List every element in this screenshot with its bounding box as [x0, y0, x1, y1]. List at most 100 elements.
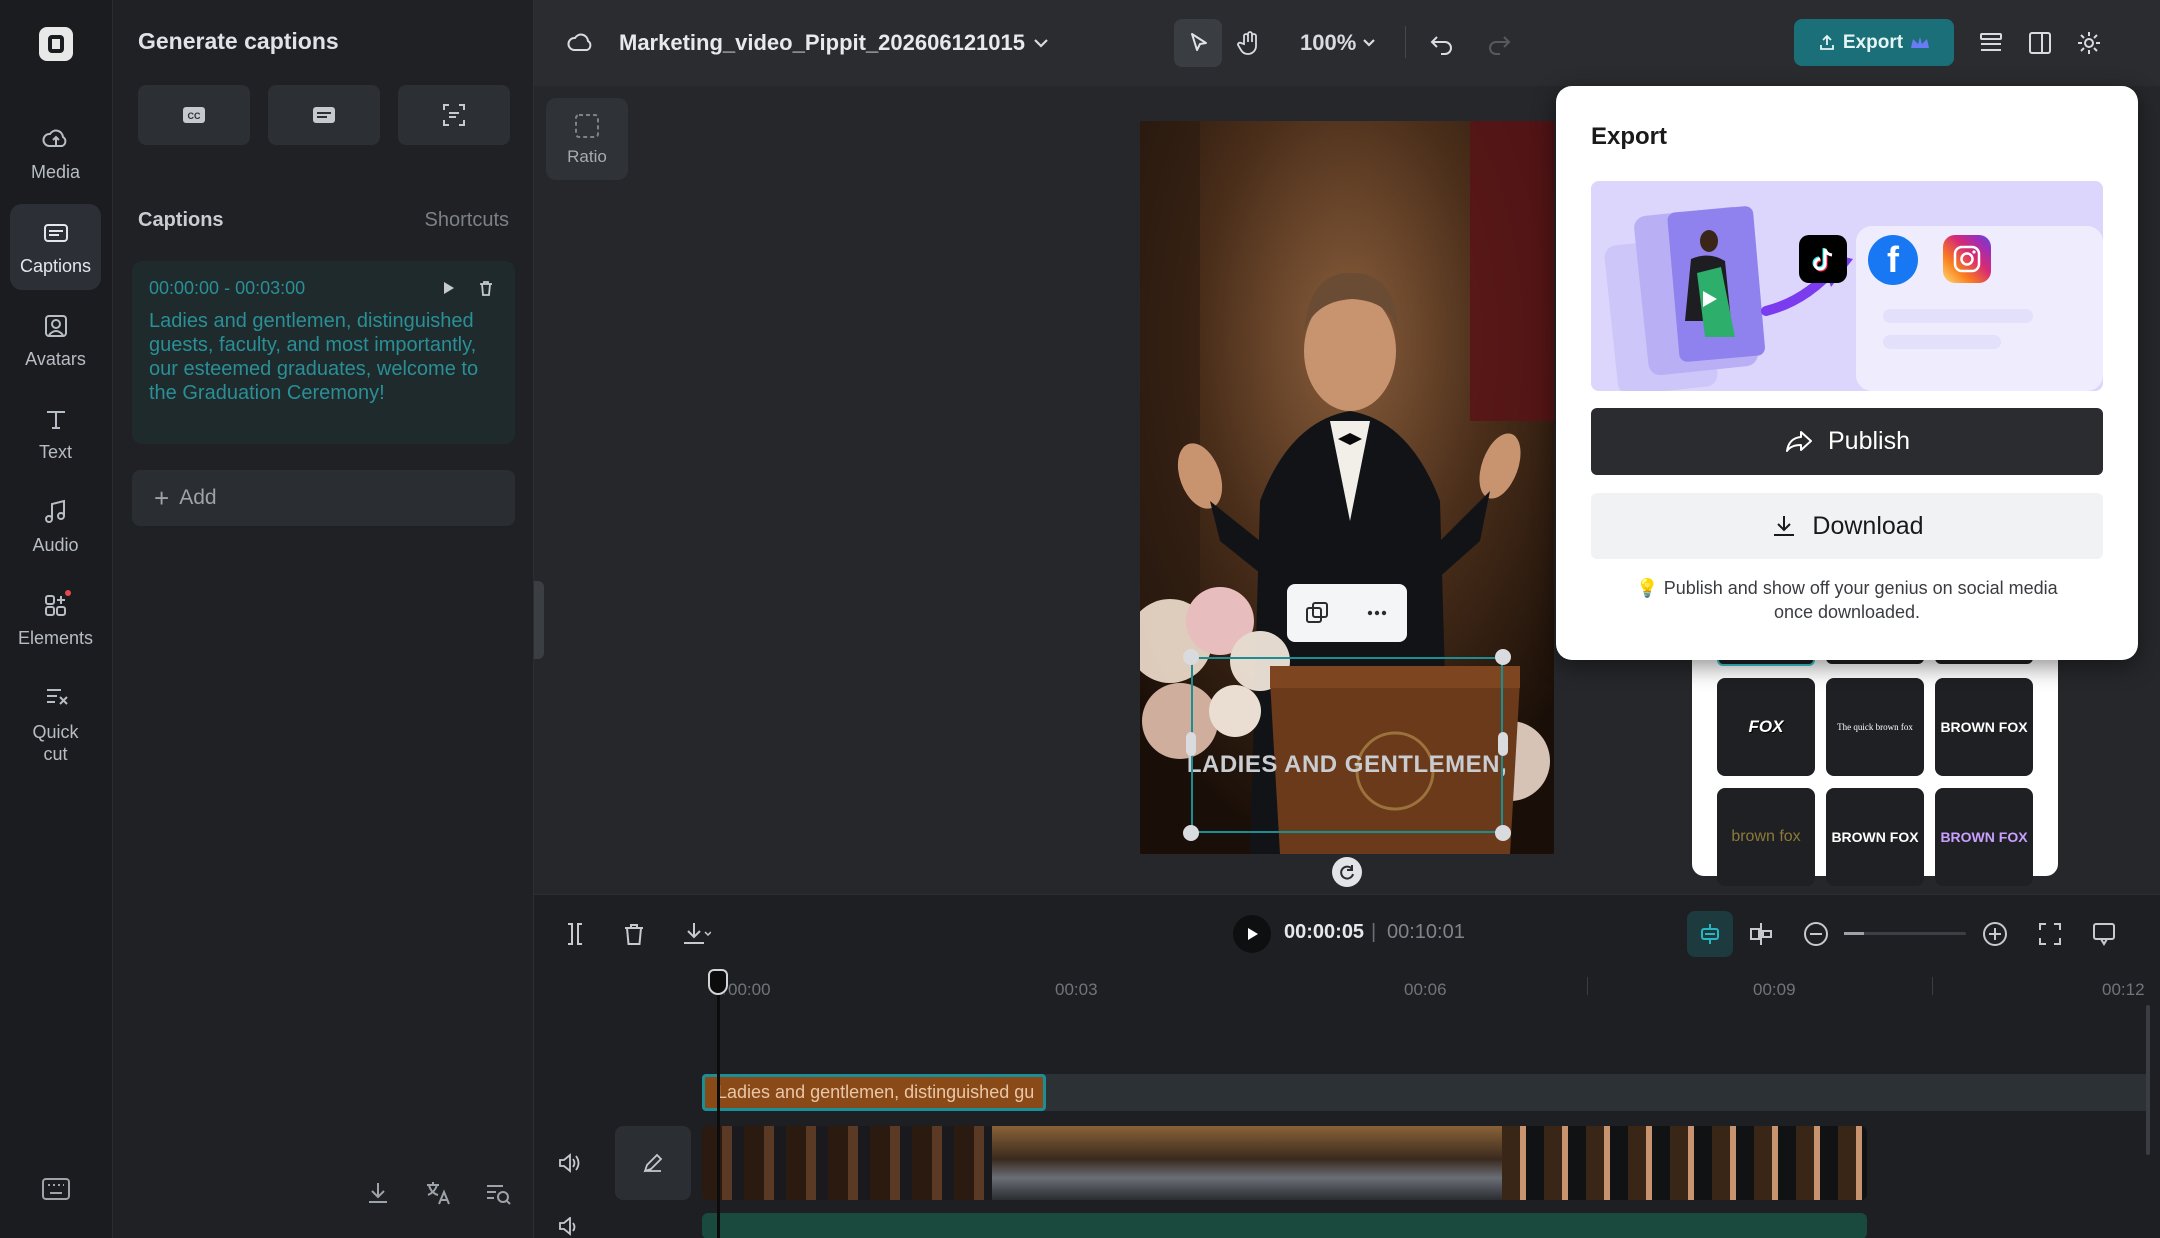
- playhead-line[interactable]: [717, 969, 720, 1238]
- caption-time: 00:00:00 - 00:03:00: [149, 278, 306, 298]
- zoom-level[interactable]: 100%: [1300, 30, 1356, 56]
- share-arrow-icon: [1786, 430, 1812, 452]
- style-tile[interactable]: The quick brown fox: [1826, 678, 1924, 776]
- magnet-snap-button[interactable]: [1687, 911, 1733, 957]
- keyboard-shortcuts-button[interactable]: [41, 1176, 71, 1202]
- rail-label-avatars: Avatars: [25, 348, 86, 369]
- timeline-scrollbar[interactable]: [2146, 1005, 2150, 1155]
- hand-tool-button[interactable]: [1234, 28, 1264, 58]
- style-sample: FOX: [1748, 717, 1784, 736]
- share-illustration: [1591, 181, 2103, 391]
- resize-handle[interactable]: [1183, 825, 1199, 841]
- manual-captions-button[interactable]: [268, 85, 380, 145]
- add-caption-button[interactable]: + Add: [132, 470, 515, 526]
- playhead-handle[interactable]: [708, 969, 728, 995]
- split-button[interactable]: [560, 919, 590, 949]
- undo-button[interactable]: [1427, 28, 1457, 58]
- resize-handle[interactable]: [1498, 732, 1508, 756]
- zoom-out-button[interactable]: [1801, 919, 1831, 949]
- style-sample: BROWN FOX: [1831, 829, 1919, 845]
- rail-item-text[interactable]: Text: [10, 390, 101, 476]
- rail-item-captions[interactable]: Captions: [10, 204, 101, 290]
- tiktok-icon[interactable]: [1799, 235, 1847, 283]
- trash-icon: [625, 924, 643, 945]
- project-title[interactable]: Marketing_video_Pippit_202606121015: [619, 30, 1025, 56]
- aspect-ratio-icon: [575, 114, 599, 138]
- project-menu-button[interactable]: [1026, 28, 1056, 58]
- zoom-menu-button[interactable]: [1354, 28, 1384, 58]
- caption-text[interactable]: Ladies and gentlemen, distinguished gues…: [149, 309, 494, 405]
- duplicate-icon[interactable]: [1303, 599, 1331, 627]
- align-button[interactable]: [1746, 919, 1776, 949]
- rail-label-media: Media: [30, 161, 81, 182]
- layers-button[interactable]: [1976, 28, 2006, 58]
- redo-button[interactable]: [1484, 28, 1514, 58]
- play-button[interactable]: [1233, 915, 1271, 953]
- rotate-handle[interactable]: [1332, 857, 1362, 887]
- resize-handle[interactable]: [1495, 649, 1511, 665]
- ruler-tick: [1587, 977, 1588, 995]
- settings-button[interactable]: [2074, 28, 2104, 58]
- resize-handle[interactable]: [1183, 649, 1199, 665]
- instagram-icon[interactable]: [1943, 235, 1991, 283]
- audio-clip[interactable]: [702, 1213, 1867, 1238]
- undo-icon: [1430, 36, 1452, 55]
- translate-icon[interactable]: [423, 1178, 453, 1208]
- zoom-in-button[interactable]: [1980, 919, 2010, 949]
- collapse-panel-handle[interactable]: [534, 581, 544, 659]
- edit-cover-button[interactable]: [615, 1126, 691, 1200]
- ratio-button[interactable]: Ratio: [546, 98, 628, 180]
- video-clip[interactable]: [702, 1126, 1867, 1200]
- resize-handle[interactable]: [1186, 732, 1196, 756]
- hand-icon: [1237, 31, 1257, 55]
- style-tile[interactable]: BROWN FOX: [1826, 788, 1924, 886]
- shortcuts-link[interactable]: Shortcuts: [425, 209, 509, 232]
- resize-handle[interactable]: [1495, 825, 1511, 841]
- select-tool-button[interactable]: [1174, 19, 1222, 67]
- download-clip-button[interactable]: [681, 919, 711, 949]
- rail-item-quick-cut[interactable]: Quick cut: [10, 674, 101, 774]
- feedback-button[interactable]: [2089, 919, 2119, 949]
- facebook-icon[interactable]: f: [1868, 235, 1918, 285]
- rail-item-avatars[interactable]: Avatars: [10, 297, 101, 383]
- delete-button[interactable]: [619, 919, 649, 949]
- export-title: Export: [1591, 123, 1668, 150]
- download-captions-icon[interactable]: [363, 1178, 393, 1208]
- style-tile[interactable]: BROWN FOX: [1935, 788, 2033, 886]
- app-logo[interactable]: [39, 27, 73, 61]
- more-icon[interactable]: [1363, 599, 1391, 627]
- caption-clip[interactable]: Ladies and gentlemen, distinguished gu: [702, 1074, 1046, 1111]
- mute-track-button[interactable]: [556, 1150, 582, 1176]
- publish-button[interactable]: Publish: [1591, 408, 2103, 475]
- cloud-save-button[interactable]: [566, 28, 596, 58]
- split-view-button[interactable]: [2025, 28, 2055, 58]
- rail-label-captions: Captions: [19, 255, 92, 276]
- timeline-zoom-slider[interactable]: [1844, 932, 1966, 935]
- style-tile[interactable]: BROWN FOX: [1935, 678, 2033, 776]
- pointer-icon: [1191, 33, 1207, 51]
- scan-captions-button[interactable]: [398, 85, 510, 145]
- rail-item-media[interactable]: Media: [10, 110, 101, 196]
- caption-card[interactable]: 00:00:00 - 00:03:00 Ladies and gentlemen…: [132, 261, 515, 444]
- delete-caption-icon[interactable]: [475, 277, 497, 299]
- export-popup: Export f Publish Download 💡 Publish and …: [1556, 86, 2138, 660]
- fit-timeline-button[interactable]: [2035, 919, 2065, 949]
- ruler-label: 00:09: [1753, 980, 1796, 999]
- style-tile[interactable]: brown fox: [1717, 788, 1815, 886]
- search-replace-icon[interactable]: [483, 1178, 513, 1208]
- clip-thumbnails: [992, 1126, 1502, 1200]
- mute-audio-button[interactable]: [556, 1217, 582, 1238]
- download-button[interactable]: Download: [1591, 493, 2103, 559]
- style-tile[interactable]: FOX: [1717, 678, 1815, 776]
- auto-captions-button[interactable]: CC: [138, 85, 250, 145]
- export-note: 💡 Publish and show off your genius on so…: [1616, 576, 2078, 624]
- play-caption-icon[interactable]: [437, 277, 459, 299]
- rail-item-elements[interactable]: Elements: [10, 576, 101, 662]
- caption-selection-box[interactable]: [1191, 657, 1503, 833]
- rail-item-audio[interactable]: Audio: [10, 483, 101, 569]
- export-button[interactable]: Export: [1794, 19, 1954, 66]
- music-icon: [44, 499, 65, 523]
- plus-icon: +: [154, 483, 170, 513]
- volume-icon: [559, 1153, 580, 1173]
- pencil-icon: [643, 1153, 663, 1173]
